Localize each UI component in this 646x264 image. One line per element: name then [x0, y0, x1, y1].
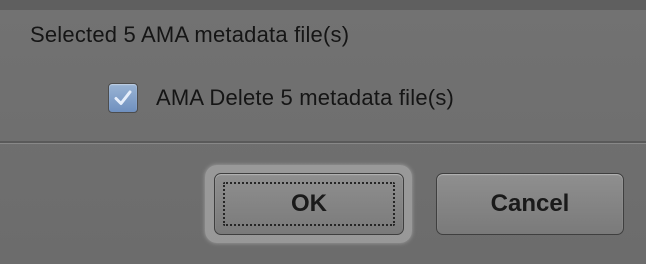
ok-button[interactable]: OK: [214, 173, 404, 235]
cancel-button[interactable]: Cancel: [436, 173, 624, 235]
divider: [0, 141, 646, 144]
selection-message: Selected 5 AMA metadata file(s): [30, 22, 350, 47]
delete-option-row[interactable]: AMA Delete 5 metadata file(s): [108, 83, 454, 113]
checkmark-icon: [114, 90, 132, 105]
ok-button-label: OK: [291, 190, 327, 217]
delete-metadata-label[interactable]: AMA Delete 5 metadata file(s): [156, 85, 454, 111]
delete-metadata-checkbox[interactable]: [108, 83, 138, 113]
cancel-button-label: Cancel: [490, 190, 570, 217]
dialog-top-edge: [0, 0, 646, 10]
delete-metadata-dialog: Selected 5 AMA metadata file(s) AMA Dele…: [0, 0, 646, 264]
